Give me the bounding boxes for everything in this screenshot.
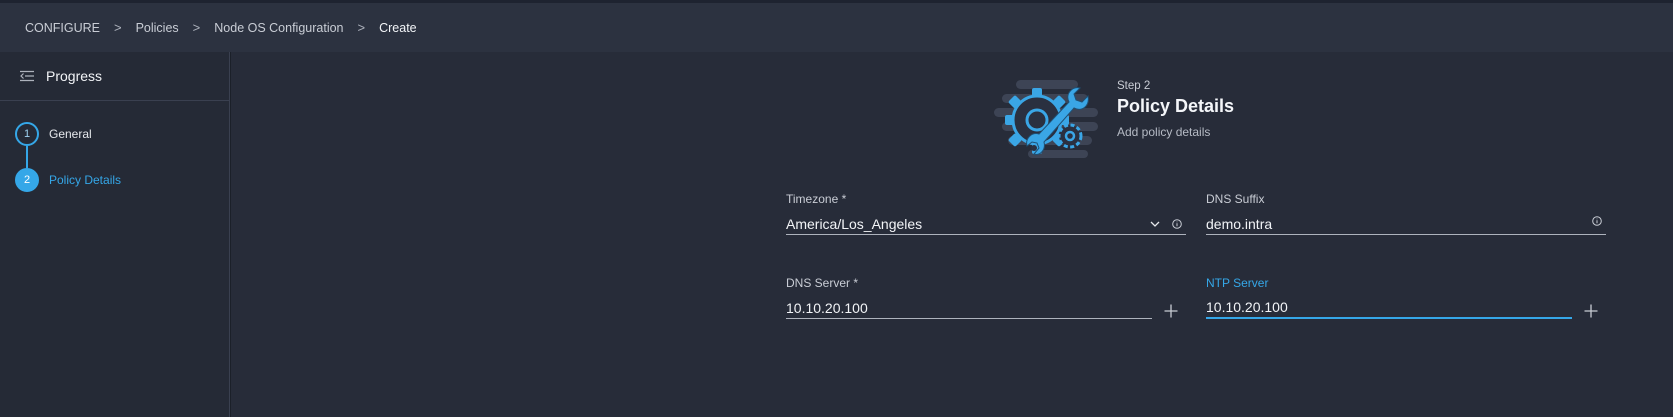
step-policy-details[interactable]: 2 Policy Details [15,167,229,193]
step-header: Step 2 Policy Details Add policy details [1117,80,1234,139]
step-number-badge: 2 [15,168,39,192]
breadcrumb-separator: > [192,20,201,35]
dns-suffix-input[interactable] [1206,215,1592,232]
dns-suffix-field: DNS Suffix [1206,192,1606,235]
step-list: 1 General 2 Policy Details [0,101,229,193]
gear-wrench-illustration [994,80,1098,158]
dns-server-input[interactable] [786,299,1152,316]
add-dns-server-plus-icon[interactable] [1164,304,1178,318]
collapse-panel-icon[interactable] [20,70,34,82]
dns-server-field: DNS Server * [786,276,1152,319]
ntp-server-label: NTP Server [1206,276,1269,290]
timezone-field: Timezone * [786,192,1186,235]
breadcrumb-configure[interactable]: CONFIGURE [25,21,100,35]
dns-suffix-row [1206,213,1606,235]
step-label: Policy Details [49,173,122,187]
dns-suffix-label: DNS Suffix [1206,192,1265,206]
step-general[interactable]: 1 General [15,121,229,147]
breadcrumb: CONFIGURE > Policies > Node OS Configura… [0,0,1673,52]
step-label: General [49,127,92,141]
page-subtitle: Add policy details [1117,125,1211,139]
dns-server-row [786,297,1152,319]
main-content: Step 2 Policy Details Add policy details… [231,52,1673,417]
breadcrumb-policies[interactable]: Policies [136,21,179,35]
info-icon[interactable] [1172,218,1182,229]
ntp-server-row [1206,297,1572,319]
timezone-input[interactable] [786,215,1150,232]
step-connector [26,146,28,168]
breadcrumb-separator: > [114,20,122,35]
step-number: Step 2 [1117,80,1151,92]
breadcrumb-current: Create [379,20,417,35]
breadcrumb-separator: > [357,20,366,35]
info-icon[interactable] [1592,215,1602,226]
page-title: Policy Details [1117,96,1235,116]
progress-title: Progress [46,68,103,84]
chevron-down-icon[interactable] [1150,221,1160,227]
progress-header: Progress [0,52,229,101]
timezone-label: Timezone * [786,192,847,206]
timezone-select[interactable] [786,213,1186,235]
progress-sidebar: Progress 1 General 2 Policy Details [0,52,230,417]
ntp-server-field: NTP Server [1206,276,1572,319]
dns-server-label: DNS Server * [786,276,859,290]
ntp-server-input[interactable] [1206,299,1572,315]
app-window: CONFIGURE > Policies > Node OS Configura… [0,0,1673,417]
add-ntp-server-plus-icon[interactable] [1584,304,1598,318]
step-number-badge: 1 [15,122,39,146]
breadcrumb-node-os-configuration[interactable]: Node OS Configuration [214,21,343,35]
